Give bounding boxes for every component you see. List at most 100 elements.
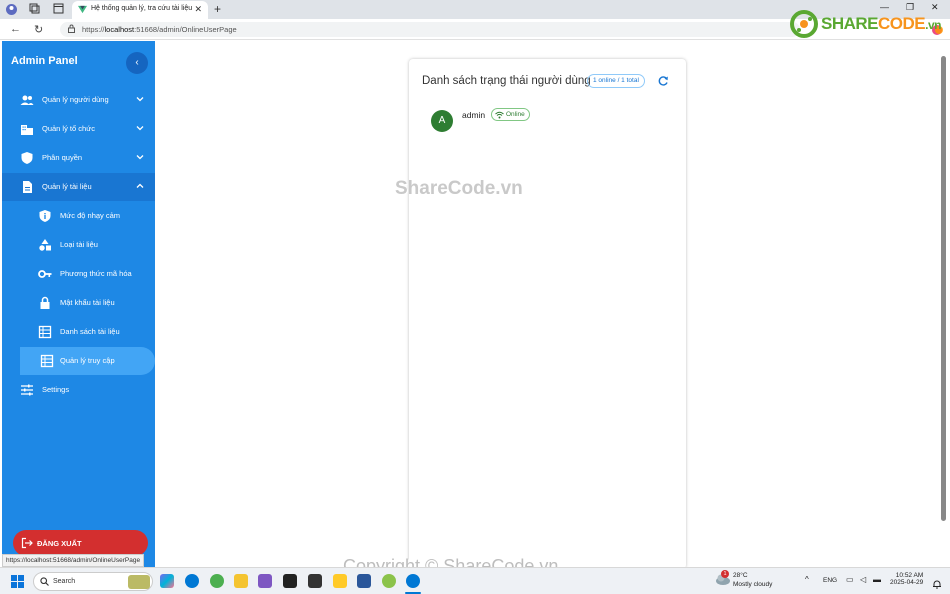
tab-close-icon[interactable]: ✕ (194, 4, 202, 15)
copilot-icon[interactable] (160, 574, 174, 588)
file-explorer-icon[interactable] (234, 574, 248, 588)
url-text: https://localhost:51668/admin/OnlineUser… (82, 25, 237, 34)
sidebar-title: Admin Panel (11, 55, 78, 67)
logout-label: ĐĂNG XUẤT (37, 539, 82, 548)
weather-temp: 28°C (733, 572, 748, 579)
site-info-icon[interactable] (67, 24, 76, 35)
page-scrollbar[interactable] (941, 44, 947, 563)
tab-title: Hệ thống quản lý, tra cứu tài liệu (91, 5, 193, 12)
taskbar-search[interactable]: Search (33, 572, 153, 591)
windows-start-icon[interactable] (11, 575, 24, 588)
sidebar-item-document-list[interactable]: Danh sách tài liệu (2, 318, 155, 346)
shield-info-icon (39, 210, 51, 222)
browser-app-icon[interactable] (382, 574, 396, 588)
chevron-up-icon (136, 183, 144, 188)
shield-icon (21, 152, 33, 164)
sidebar-item-label: Mật khẩu tài liệu (60, 298, 115, 307)
terminal-icon[interactable] (283, 574, 297, 588)
browser-app-icon[interactable] (210, 574, 224, 588)
chevron-up-icon[interactable]: ^ (805, 575, 809, 584)
weather-widget[interactable]: 1 28°C Mostly cloudy (715, 570, 772, 591)
new-tab-icon[interactable]: + (214, 2, 221, 16)
volume-icon[interactable]: ◁ (860, 575, 866, 584)
building-icon (21, 125, 33, 135)
sidebar-item-label: Mức độ nhạy cảm (60, 211, 121, 220)
minimize-icon[interactable]: — (880, 2, 889, 12)
app-icon[interactable] (333, 574, 347, 588)
sidebar-item-document-type[interactable]: Loại tài liệu (2, 231, 155, 259)
search-highlight-icon (128, 575, 150, 589)
clock[interactable]: 10:52 AM 2025-04-29 (890, 572, 923, 586)
sidebar-item-access-management[interactable]: Quản lý truy cập (20, 347, 155, 375)
url-field[interactable]: https://localhost:51668/admin/OnlineUser… (60, 22, 800, 37)
network-icon[interactable]: ▭ (846, 575, 854, 584)
status-label: Online (506, 111, 525, 118)
logout-button[interactable]: ĐĂNG XUẤT (13, 530, 148, 556)
status-badge: Online (491, 108, 530, 121)
notification-bell-icon[interactable] (932, 576, 942, 589)
sidebar: Admin Panel ‹ Quản lý người dùng Quản lý… (2, 41, 155, 567)
vue-favicon-icon (78, 5, 87, 14)
back-icon[interactable]: ← (10, 23, 21, 35)
sidebar-item-encryption-method[interactable]: Phương thức mã hóa (2, 260, 155, 288)
visual-studio-icon[interactable] (258, 574, 272, 588)
browser-tab[interactable]: Hệ thống quản lý, tra cứu tài liệu ✕ (72, 1, 208, 19)
sidebar-item-label: Phương thức mã hóa (60, 269, 132, 278)
sidebar-item-label: Settings (42, 385, 70, 394)
sidebar-item-permissions[interactable]: Phân quyền (2, 144, 155, 172)
app-viewport: Admin Panel ‹ Quản lý người dùng Quản lý… (0, 40, 950, 569)
collapse-sidebar-button[interactable]: ‹ (126, 52, 148, 74)
time: 10:52 AM (895, 572, 924, 579)
online-count-badge: 1 online / 1 total (587, 74, 645, 88)
sidebar-item-label: Loại tài liệu (60, 240, 98, 249)
sidebar-item-label: Phân quyền (42, 153, 83, 162)
sidebar-item-user-management[interactable]: Quản lý người dùng (2, 86, 155, 114)
refresh-icon[interactable] (657, 75, 669, 87)
document-icon (23, 181, 32, 193)
search-icon (40, 577, 49, 586)
sidebar-item-settings[interactable]: Settings (2, 376, 155, 404)
logo-text-a: SHARE (821, 14, 879, 33)
key-icon (38, 270, 52, 278)
battery-icon[interactable]: ▬ (873, 575, 881, 584)
reload-icon[interactable]: ↻ (34, 23, 43, 36)
url-path: :51668/admin/OnlineUserPage (134, 25, 237, 34)
sidebar-item-sensitivity-level[interactable]: Mức độ nhạy cảm (2, 202, 155, 230)
language-indicator[interactable]: ENG (823, 577, 837, 584)
table-icon (40, 354, 54, 368)
user-name: admin (462, 110, 486, 120)
page-title: Danh sách trạng thái người dùng (422, 75, 591, 87)
lock-icon (40, 296, 50, 309)
edge-icon[interactable] (185, 574, 199, 588)
status-bar-url: https://localhost:51668/admin/OnlineUser… (2, 554, 145, 567)
command-prompt-icon[interactable] (308, 574, 322, 588)
chevron-down-icon (136, 97, 144, 102)
wifi-icon (495, 111, 504, 119)
weather-badge: 1 (721, 570, 729, 578)
edge-icon[interactable] (406, 574, 420, 588)
logo-text: SHARECODE.vn (821, 14, 941, 34)
sidebar-item-document-password[interactable]: Mật khẩu tài liệu (2, 289, 155, 317)
profile-icon[interactable] (5, 3, 18, 16)
sidebar-item-organization[interactable]: Quản lý tổ chức (2, 115, 155, 143)
search-placeholder: Search (53, 578, 76, 585)
logout-icon (21, 537, 33, 549)
scrollbar-thumb[interactable] (941, 56, 946, 521)
url-host: localhost (104, 25, 135, 34)
sidebar-item-label: Quản lý tổ chức (42, 124, 95, 133)
restore-icon[interactable]: ❐ (906, 2, 914, 13)
workspaces-icon[interactable] (28, 3, 41, 16)
sharecode-logo-icon (790, 10, 818, 38)
sidebar-item-document-management[interactable]: Quản lý tài liệu (2, 173, 155, 201)
online-users-card: Danh sách trạng thái người dùng 1 online… (409, 59, 686, 569)
sidebar-item-label: Quản lý người dùng (42, 95, 109, 104)
chevron-down-icon (136, 126, 144, 131)
taskbar: Search 1 28°C Mostly cloudy ^ ENG ▭ ◁ ▬ … (0, 567, 950, 594)
chevron-left-icon: ‹ (135, 57, 139, 68)
close-window-icon[interactable]: ✕ (931, 2, 939, 13)
sidebar-item-label: Danh sách tài liệu (60, 327, 120, 336)
watermark: ShareCode.vn (395, 178, 523, 199)
word-icon[interactable] (357, 574, 371, 588)
tab-actions-icon[interactable] (52, 3, 65, 16)
shapes-icon (39, 239, 51, 251)
